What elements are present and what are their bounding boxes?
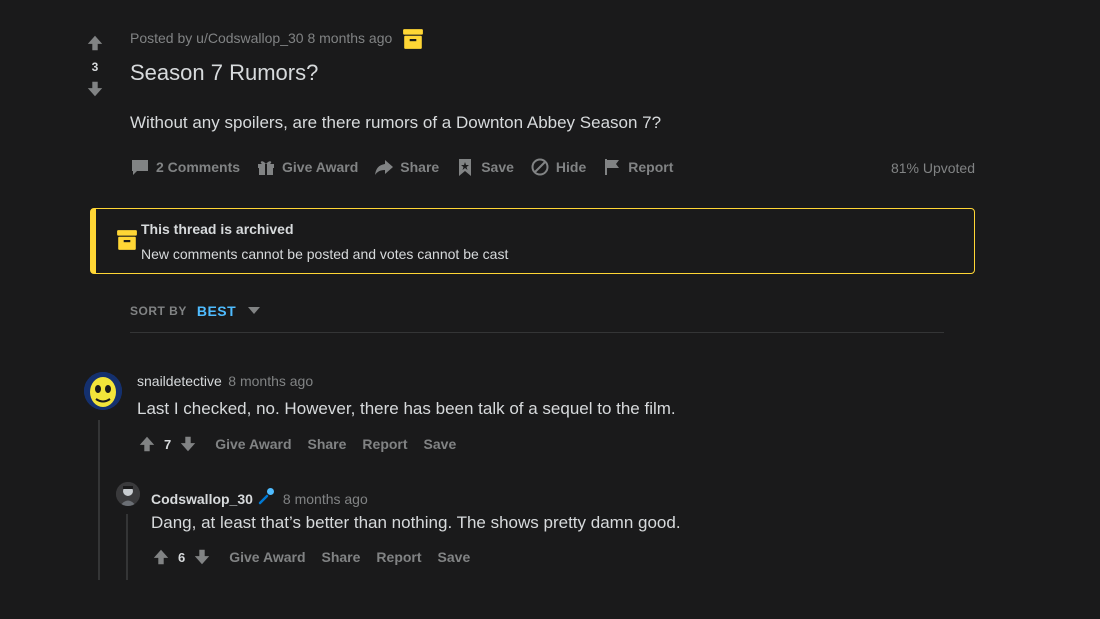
- archived-title: This thread is archived: [141, 221, 294, 237]
- give-award-label: Give Award: [282, 159, 359, 175]
- post-meta: Posted by u/Codswallop_30 8 months ago: [130, 28, 424, 49]
- comment-timestamp[interactable]: 8 months ago: [283, 491, 368, 507]
- comment-text: Last I checked, no. However, there has b…: [137, 399, 676, 418]
- give-award-button[interactable]: Give Award: [229, 549, 305, 565]
- post-title[interactable]: Season 7 Rumors?: [130, 60, 318, 86]
- upvote-arrow-icon[interactable]: [138, 435, 156, 453]
- comment-header: snaildetective 8 months ago: [137, 373, 313, 391]
- report-button[interactable]: Report: [376, 549, 421, 565]
- share-label: Share: [400, 159, 440, 175]
- archived-text: New comments cannot be posted and votes …: [141, 246, 509, 262]
- hide-button[interactable]: Hide: [530, 157, 586, 177]
- thread-line[interactable]: [98, 420, 100, 580]
- share-button[interactable]: Share: [374, 157, 439, 177]
- archived-banner: This thread is archived New comments can…: [90, 208, 975, 274]
- caret-down-icon[interactable]: [248, 302, 261, 320]
- sort-divider: [130, 332, 944, 333]
- upvote-ratio: 81% Upvoted: [890, 160, 975, 176]
- save-label: Save: [481, 159, 514, 175]
- post-vote-column: 3: [80, 34, 110, 98]
- save-button[interactable]: Save: [455, 157, 514, 177]
- hide-label: Hide: [555, 159, 587, 175]
- flag-icon: [605, 159, 620, 175]
- comment-score: 6: [178, 549, 186, 565]
- report-button[interactable]: Report: [602, 157, 673, 177]
- upvote-arrow-icon[interactable]: [152, 548, 170, 566]
- comments-button[interactable]: 2 Comments: [130, 157, 240, 177]
- comment-username[interactable]: Codswallop_30: [151, 491, 253, 507]
- hide-circle-slash-icon: [531, 158, 549, 176]
- avatar[interactable]: [116, 482, 140, 506]
- gift-icon: [258, 161, 275, 175]
- bookmark-icon: [459, 159, 472, 176]
- post-score: 3: [91, 60, 99, 74]
- report-label: Report: [628, 159, 674, 175]
- downvote-arrow-icon[interactable]: [193, 548, 211, 566]
- save-button[interactable]: Save: [438, 549, 471, 565]
- save-button[interactable]: Save: [424, 436, 457, 452]
- downvote-arrow-icon[interactable]: [86, 80, 104, 98]
- archive-box-icon: [116, 229, 138, 256]
- share-button[interactable]: Share: [308, 436, 347, 452]
- comments-label: 2 Comments: [156, 159, 241, 175]
- post-body: Without any spoilers, are there rumors o…: [130, 113, 662, 132]
- give-award-button[interactable]: Give Award: [215, 436, 291, 452]
- sort-control[interactable]: SORT BY BEST: [130, 302, 261, 320]
- avatar[interactable]: [84, 372, 122, 410]
- upvote-arrow-icon[interactable]: [86, 34, 104, 52]
- share-arrow-icon: [375, 160, 394, 175]
- microphone-icon: [257, 486, 277, 511]
- comment-actions: 7 Give Award Share Report Save: [138, 435, 456, 453]
- downvote-arrow-icon[interactable]: [179, 435, 197, 453]
- sort-label: SORT BY: [130, 304, 187, 318]
- thread-line[interactable]: [126, 514, 128, 580]
- comment-bubble-icon: [132, 160, 148, 175]
- comment-score: 7: [164, 436, 172, 452]
- comment-header: Codswallop_30 8 months ago: [151, 486, 368, 511]
- report-button[interactable]: Report: [362, 436, 407, 452]
- comment-actions: 6 Give Award Share Report Save: [152, 548, 470, 566]
- archive-box-icon: [402, 28, 424, 49]
- comment-timestamp[interactable]: 8 months ago: [228, 373, 313, 389]
- comment-username[interactable]: snaildetective: [137, 373, 222, 389]
- comment-text: Dang, at least that’s better than nothin…: [151, 513, 681, 532]
- sort-value[interactable]: BEST: [197, 303, 236, 319]
- share-button[interactable]: Share: [322, 549, 361, 565]
- post-actions: 2 Comments Give Award Share Save Hide Re…: [130, 157, 689, 177]
- give-award-button[interactable]: Give Award: [256, 157, 358, 177]
- post-author-time[interactable]: Posted by u/Codswallop_30 8 months ago: [130, 30, 392, 46]
